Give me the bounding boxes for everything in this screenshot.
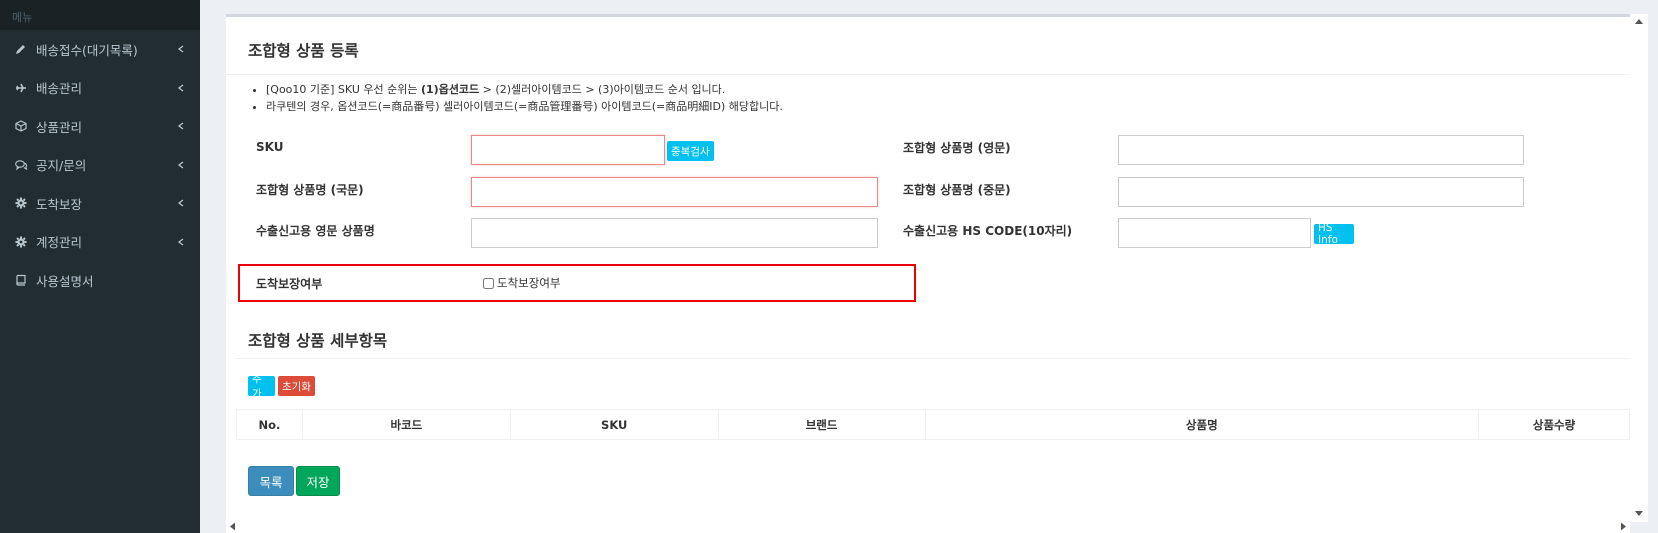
arrival-guarantee-label: 도착보장여부 <box>256 277 323 291</box>
gear-icon <box>14 235 28 249</box>
scrollbar-arrows <box>1635 19 1643 516</box>
chevron-left-icon <box>176 160 186 170</box>
chevron-left-icon <box>176 121 186 131</box>
column-header: SKU <box>509 409 719 440</box>
sidebar-item-user-manual[interactable]: 사용설명서 <box>0 261 200 300</box>
sidebar-item-label: 배송관리 <box>36 81 83 97</box>
note-item: [Qoo10 기준] SKU 우선 순위는 (1)옵션코드 > (2)셀러아이템… <box>266 84 783 96</box>
column-header: 브랜드 <box>717 409 926 440</box>
hs-code-input[interactable] <box>1118 218 1311 248</box>
plane-icon <box>14 81 28 95</box>
sidebar-item-notice-inquiry[interactable]: 공지/문의 <box>0 146 200 185</box>
arrival-guarantee-highlight <box>238 264 916 302</box>
sidebar-item-label: 도착보장 <box>36 196 83 212</box>
name-cn-input[interactable] <box>1118 177 1524 207</box>
export-name-en-input[interactable] <box>471 218 878 248</box>
sidebar: 메뉴 배송접수(대기목록) 배송관리 상품관리 공지/문의 도착보장 계정관리 … <box>0 0 200 533</box>
arrival-guarantee-checkbox-label: 도착보장여부 <box>497 276 561 290</box>
column-header: 상품수량 <box>1478 409 1630 440</box>
add-row-button[interactable]: 추가 <box>248 373 275 400</box>
main-content: 조합형 상품 등록 [Qoo10 기준] SKU 우선 순위는 (1)옵션코드 … <box>200 0 1658 533</box>
column-header: 상품명 <box>924 409 1480 440</box>
arrival-guarantee-checkbox-wrap[interactable]: 도착보장여부 <box>483 275 560 291</box>
sidebar-header: 메뉴 <box>0 0 200 30</box>
vertical-scrollbar[interactable] <box>1630 14 1648 522</box>
sidebar-item-product-management[interactable]: 상품관리 <box>0 107 200 146</box>
list-button[interactable]: 목록 <box>248 466 294 496</box>
sidebar-item-arrival-guarantee[interactable]: 도착보장 <box>0 184 200 223</box>
export-name-en-label: 수출신고용 영문 상품명 <box>256 224 375 238</box>
pencil-icon <box>14 42 28 56</box>
divider <box>236 358 1630 359</box>
reset-button[interactable]: 초기화 <box>278 376 315 396</box>
sidebar-item-label: 사용설명서 <box>36 273 94 289</box>
details-title: 조합형 상품 세부항목 <box>248 332 388 350</box>
gear-icon <box>14 196 28 210</box>
chevron-left-icon <box>176 83 186 93</box>
sidebar-item-label: 계정관리 <box>36 235 83 251</box>
sidebar-item-shipping-management[interactable]: 배송관리 <box>0 69 200 108</box>
book-icon <box>14 273 28 287</box>
note-item: 라쿠텐의 경우, 옵션코드(=商品番号) 셀러아이템코드(=商品管理番号) 아이… <box>266 101 783 113</box>
sidebar-item-label: 공지/문의 <box>36 158 87 174</box>
chevron-left-icon <box>176 198 186 208</box>
name-en-input[interactable] <box>1118 135 1524 165</box>
content-panel: 조합형 상품 등록 [Qoo10 기준] SKU 우선 순위는 (1)옵션코드 … <box>226 14 1630 522</box>
hs-code-label: 수출신고용 HS CODE(10자리) <box>903 224 1073 238</box>
sku-notes: [Qoo10 기준] SKU 우선 순위는 (1)옵션코드 > (2)셀러아이템… <box>266 84 783 118</box>
horizontal-scrollbar[interactable] <box>226 520 1630 533</box>
chevron-left-icon <box>176 44 186 54</box>
sidebar-item-account-management[interactable]: 계정관리 <box>0 223 200 262</box>
sku-input[interactable] <box>471 135 665 165</box>
name-kr-input[interactable] <box>471 177 878 207</box>
table-header-row: No. 바코드 SKU 브랜드 상품명 상품수량 <box>236 409 1630 440</box>
sidebar-item-label: 상품관리 <box>36 119 83 135</box>
details-table: No. 바코드 SKU 브랜드 상품명 상품수량 <box>236 409 1630 440</box>
column-header: No. <box>236 409 303 440</box>
duplicate-check-button[interactable]: 중복검사 <box>667 141 714 161</box>
save-button[interactable]: 저장 <box>296 466 340 496</box>
sidebar-item-shipping-receipt[interactable]: 배송접수(대기목록) <box>0 30 200 69</box>
sku-label: SKU <box>256 140 284 154</box>
cube-icon <box>14 119 28 133</box>
name-kr-label: 조합형 상품명 (국문) <box>256 183 364 197</box>
chevron-left-icon <box>176 237 186 247</box>
name-en-label: 조합형 상품명 (영문) <box>903 141 1011 155</box>
arrival-guarantee-checkbox[interactable] <box>483 277 494 289</box>
column-header: 바코드 <box>301 409 511 440</box>
sidebar-item-label: 배송접수(대기목록) <box>36 42 138 58</box>
hs-info-button[interactable]: HS Info <box>1314 222 1354 246</box>
page-title: 조합형 상품 등록 <box>248 42 359 60</box>
name-cn-label: 조합형 상품명 (중문) <box>903 183 1011 197</box>
comments-icon <box>14 158 28 172</box>
box-header: 조합형 상품 등록 <box>226 17 1630 75</box>
scrollbar-arrows <box>230 522 1626 531</box>
